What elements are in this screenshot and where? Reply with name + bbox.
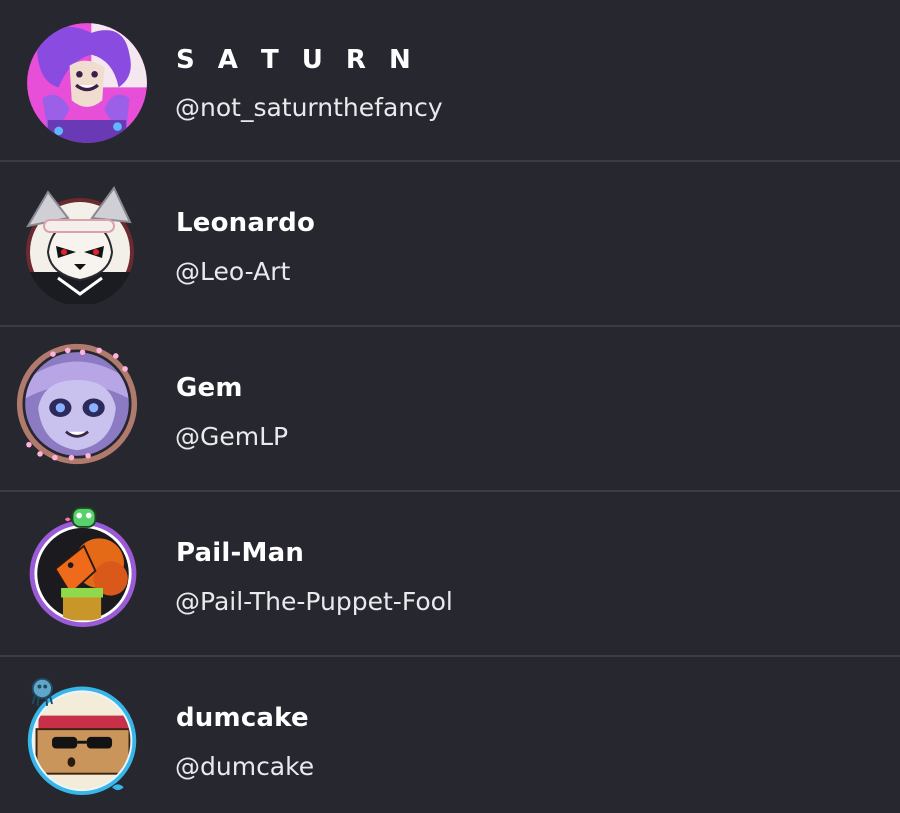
orange-puppet-character-avatar-icon[interactable]: [22, 506, 144, 634]
display-name: S A T U R N: [176, 45, 418, 75]
cake-character-avatar-icon[interactable]: [22, 673, 146, 799]
user-handle: @not_saturnthefancy: [175, 93, 443, 122]
user-row-dumcake[interactable]: dumcake @dumcake: [0, 657, 900, 813]
display-name: Leonardo: [176, 208, 316, 238]
masked-wolf-character-avatar-icon[interactable]: [18, 182, 140, 304]
user-handle: @Leo-Art: [175, 257, 291, 286]
user-row-gem[interactable]: Gem @GemLP: [0, 327, 900, 492]
display-name: Pail-Man: [176, 538, 305, 568]
user-row-leonardo[interactable]: Leonardo @Leo-Art: [0, 162, 900, 327]
purple-haired-character-avatar-icon[interactable]: [26, 22, 147, 143]
display-name: Gem: [176, 373, 243, 403]
user-handle: @GemLP: [175, 422, 289, 451]
display-name: dumcake: [176, 703, 309, 733]
user-row-pail-man[interactable]: Pail-Man @Pail-The-Puppet-Fool: [0, 492, 900, 657]
lavender-wolf-character-avatar-icon[interactable]: [16, 343, 148, 475]
user-handle: @Pail-The-Puppet-Fool: [175, 587, 453, 616]
user-row-saturn[interactable]: S A T U R N @not_saturnthefancy: [0, 0, 900, 162]
user-list: S A T U R N @not_saturnthefancy Leonardo…: [0, 0, 900, 813]
user-handle: @dumcake: [175, 752, 315, 781]
